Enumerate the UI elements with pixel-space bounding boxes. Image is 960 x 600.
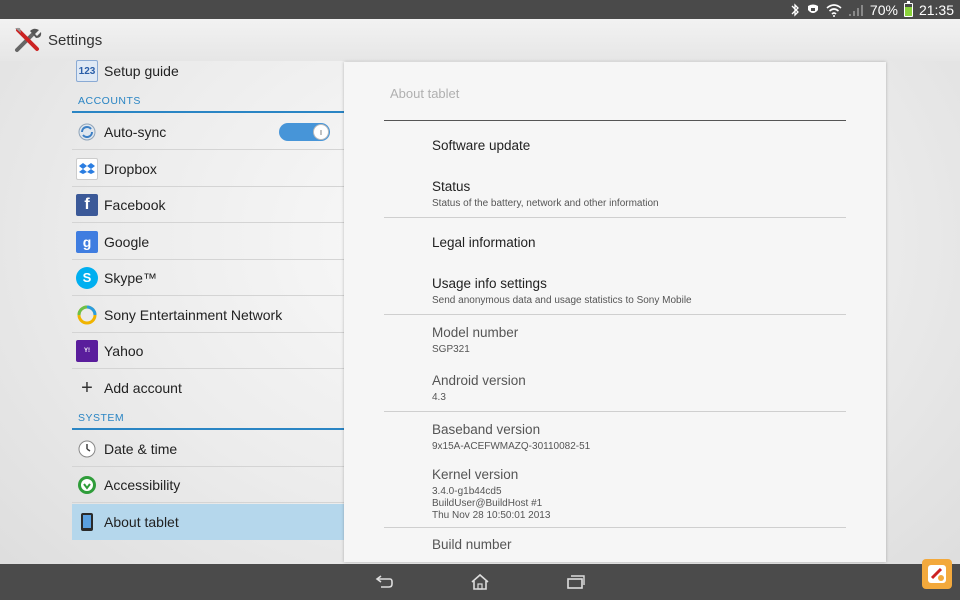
sidebar-item-add-account[interactable]: + Add account: [72, 370, 344, 406]
legal-information-item[interactable]: Legal information: [432, 235, 852, 250]
model-number-item: Model number SGP321: [432, 325, 852, 356]
sidebar-item-about-tablet[interactable]: About tablet: [72, 504, 344, 540]
back-icon[interactable]: [371, 569, 397, 595]
facebook-icon: f: [76, 193, 98, 216]
sidebar-item-yahoo[interactable]: Y! Yahoo: [72, 333, 344, 369]
sidebar-item-label: Google: [104, 233, 150, 250]
item-title: Model number: [432, 325, 519, 340]
accessibility-icon: [76, 474, 98, 496]
item-title: Software update: [432, 138, 531, 153]
kernel-version-item: Kernel version 3.4.0-g1b44cd5 BuildUser@…: [432, 467, 852, 522]
sidebar-item-label: Dropbox: [104, 160, 157, 177]
android-version-item[interactable]: Android version 4.3: [432, 373, 852, 404]
item-title: Android version: [432, 373, 526, 388]
item-summary: Send anonymous data and usage statistics…: [432, 295, 692, 306]
auto-sync-toggle[interactable]: ı: [279, 123, 330, 141]
sidebar-item-label: Skype™: [104, 269, 157, 286]
settings-tools-icon[interactable]: [12, 25, 42, 55]
sidebar-item-accessibility[interactable]: Accessibility: [72, 467, 344, 503]
sidebar-item-label: Setup guide: [104, 63, 179, 79]
sony-entertainment-icon: [76, 304, 98, 326]
panel-title: About tablet: [390, 86, 460, 101]
item-title: Kernel version: [432, 467, 519, 482]
item-value: 9x15A-ACEFWMAZQ-30110082-51: [432, 441, 591, 452]
sidebar-item-google[interactable]: g Google: [72, 224, 344, 260]
battery-icon: [903, 0, 913, 19]
divider: [384, 527, 846, 528]
bluetooth-icon: [790, 0, 800, 19]
divider: [384, 217, 846, 218]
yahoo-icon: Y!: [76, 339, 98, 362]
sidebar-item-label: Accessibility: [104, 476, 181, 493]
item-title: Baseband version: [432, 422, 541, 437]
sidebar-item-label: Date & time: [104, 440, 178, 457]
google-icon: g: [76, 230, 98, 253]
item-summary: Status of the battery, network and other…: [432, 198, 659, 209]
tablet-icon: [76, 511, 98, 533]
sidebar-item-label: Auto-sync: [104, 123, 167, 140]
panel-title-divider: [384, 120, 846, 121]
sidebar-item-skype[interactable]: S Skype™: [72, 260, 344, 296]
build-number-item[interactable]: Build number: [432, 537, 852, 552]
dropbox-icon: [76, 157, 98, 180]
sidebar-item-auto-sync[interactable]: Auto-sync ı: [72, 114, 344, 150]
baseband-version-item: Baseband version 9x15A-ACEFWMAZQ-3011008…: [432, 422, 852, 453]
sidebar-item-sony-entertainment-network[interactable]: Sony Entertainment Network: [72, 297, 344, 333]
sidebar-item-label: About tablet: [104, 514, 179, 530]
signal-icon: [848, 0, 864, 19]
sidebar-item-label: Add account: [104, 380, 182, 396]
navigation-bar: [0, 564, 960, 600]
item-title: Build number: [432, 537, 512, 552]
page-title: Settings: [48, 31, 103, 49]
home-icon[interactable]: [467, 569, 493, 595]
software-update-item[interactable]: Software update: [432, 138, 852, 153]
item-title: Usage info settings: [432, 276, 547, 291]
divider: [384, 411, 846, 412]
small-apps-launcher-icon[interactable]: [922, 559, 952, 589]
skype-icon: S: [76, 266, 98, 289]
item-value: 3.4.0-g1b44cd5 BuildUser@BuildHost #1 Th…: [432, 486, 852, 522]
about-tablet-panel: About tablet Software update Status Stat…: [344, 62, 886, 562]
plus-icon: +: [81, 376, 93, 399]
sidebar-item-setup-guide[interactable]: 123 Setup guide: [72, 53, 344, 89]
sidebar-item-label: Sony Entertainment Network: [104, 306, 283, 323]
item-value: 4.3: [432, 392, 446, 403]
system-section-header: SYSTEM: [72, 408, 344, 430]
kernel-version-line: 3.4.0-g1b44cd5: [432, 486, 502, 497]
status-bar: 70% 21:35: [0, 0, 960, 19]
sidebar-item-dropbox[interactable]: Dropbox: [72, 151, 344, 187]
clock-icon: [76, 438, 98, 460]
item-title: Legal information: [432, 235, 536, 250]
item-value: SGP321: [432, 344, 470, 355]
clock-time: 21:35: [918, 1, 954, 18]
sync-icon: [76, 121, 98, 143]
item-title: Status: [432, 179, 471, 194]
sidebar-item-date-time[interactable]: Date & time: [72, 431, 344, 467]
sidebar-item-label: Facebook: [104, 196, 166, 213]
divider: [384, 314, 846, 315]
status-item[interactable]: Status Status of the battery, network an…: [432, 179, 852, 210]
accounts-section-header: ACCOUNTS: [72, 91, 344, 113]
battery-percent: 70%: [869, 1, 898, 18]
recent-apps-icon[interactable]: [563, 569, 589, 595]
wifi-icon: [826, 0, 842, 19]
toggle-knob: ı: [313, 124, 329, 140]
kernel-build-date-line: Thu Nov 28 10:50:01 2013: [432, 510, 551, 521]
kernel-build-host-line: BuildUser@BuildHost #1: [432, 498, 543, 509]
setup-guide-icon: 123: [76, 60, 98, 82]
sidebar-item-label: Yahoo: [104, 342, 144, 359]
sidebar-item-facebook[interactable]: f Facebook: [72, 187, 344, 223]
usage-info-settings-item[interactable]: Usage info settings Send anonymous data …: [432, 276, 852, 307]
shield-icon: [806, 0, 820, 19]
